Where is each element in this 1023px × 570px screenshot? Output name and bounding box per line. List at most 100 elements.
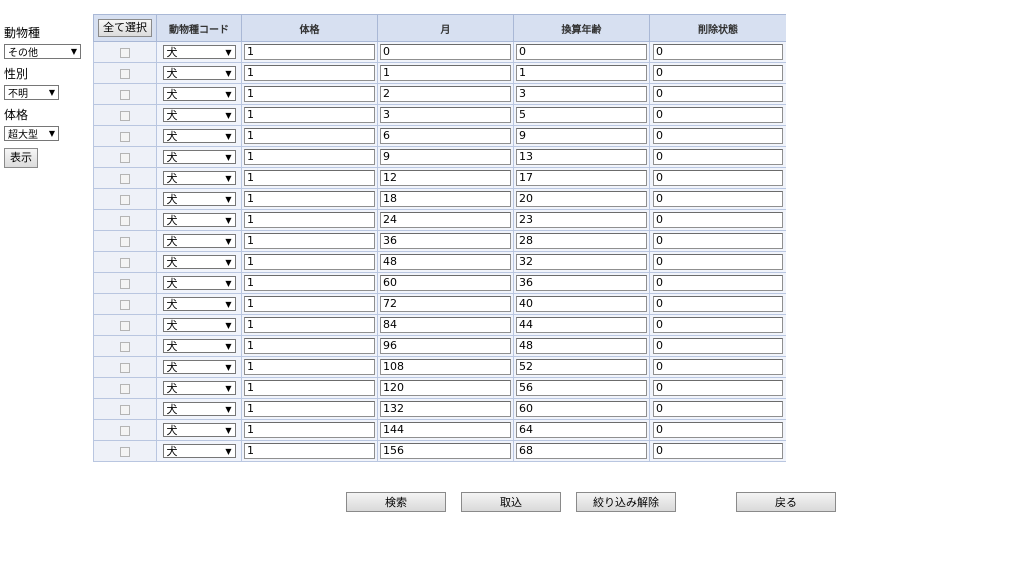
body-size-input[interactable]: 1	[244, 170, 375, 186]
delete-status-input[interactable]: 0	[653, 107, 783, 123]
converted-age-input[interactable]: 9	[516, 128, 647, 144]
delete-status-input[interactable]: 0	[653, 338, 783, 354]
delete-status-input[interactable]: 0	[653, 191, 783, 207]
row-checkbox[interactable]	[120, 362, 130, 373]
month-input[interactable]: 156	[380, 443, 511, 459]
month-input[interactable]: 48	[380, 254, 511, 270]
sex-select[interactable]: 不明 ▼	[4, 85, 59, 100]
body-size-input[interactable]: 1	[244, 44, 375, 60]
body-size-input[interactable]: 1	[244, 296, 375, 312]
month-input[interactable]: 3	[380, 107, 511, 123]
row-checkbox[interactable]	[120, 110, 130, 121]
converted-age-input[interactable]: 32	[516, 254, 647, 270]
month-input[interactable]: 108	[380, 359, 511, 375]
animal-code-select[interactable]: 犬 ▼	[162, 402, 236, 416]
month-input[interactable]: 6	[380, 128, 511, 144]
converted-age-input[interactable]: 1	[516, 65, 647, 81]
animal-code-select[interactable]: 犬 ▼	[162, 213, 236, 227]
animal-code-select[interactable]: 犬 ▼	[162, 171, 236, 185]
delete-status-input[interactable]: 0	[653, 401, 783, 417]
converted-age-input[interactable]: 40	[516, 296, 647, 312]
converted-age-input[interactable]: 3	[516, 86, 647, 102]
month-input[interactable]: 36	[380, 233, 511, 249]
delete-status-input[interactable]: 0	[653, 86, 783, 102]
body-size-input[interactable]: 1	[244, 275, 375, 291]
row-checkbox[interactable]	[120, 89, 130, 100]
converted-age-input[interactable]: 20	[516, 191, 647, 207]
month-input[interactable]: 24	[380, 212, 511, 228]
delete-status-input[interactable]: 0	[653, 359, 783, 375]
animal-code-select[interactable]: 犬 ▼	[162, 276, 236, 290]
delete-status-input[interactable]: 0	[653, 149, 783, 165]
animal-code-select[interactable]: 犬 ▼	[162, 192, 236, 206]
animal-code-select[interactable]: 犬 ▼	[162, 297, 236, 311]
animal-code-select[interactable]: 犬 ▼	[162, 381, 236, 395]
body-size-input[interactable]: 1	[244, 380, 375, 396]
row-checkbox[interactable]	[120, 425, 130, 436]
month-input[interactable]: 144	[380, 422, 511, 438]
body-size-input[interactable]: 1	[244, 149, 375, 165]
row-checkbox[interactable]	[120, 47, 130, 58]
select-all-button[interactable]: 全て選択	[98, 19, 152, 37]
delete-status-input[interactable]: 0	[653, 443, 783, 459]
month-input[interactable]: 84	[380, 317, 511, 333]
delete-status-input[interactable]: 0	[653, 233, 783, 249]
converted-age-input[interactable]: 60	[516, 401, 647, 417]
animal-code-select[interactable]: 犬 ▼	[162, 339, 236, 353]
converted-age-input[interactable]: 52	[516, 359, 647, 375]
back-button[interactable]: 戻る	[736, 492, 836, 512]
month-input[interactable]: 0	[380, 44, 511, 60]
converted-age-input[interactable]: 0	[516, 44, 647, 60]
import-button[interactable]: 取込	[461, 492, 561, 512]
row-checkbox[interactable]	[120, 173, 130, 184]
body-size-input[interactable]: 1	[244, 86, 375, 102]
animal-code-select[interactable]: 犬 ▼	[162, 66, 236, 80]
body-size-input[interactable]: 1	[244, 317, 375, 333]
animal-code-select[interactable]: 犬 ▼	[162, 45, 236, 59]
month-input[interactable]: 2	[380, 86, 511, 102]
delete-status-input[interactable]: 0	[653, 212, 783, 228]
delete-status-input[interactable]: 0	[653, 317, 783, 333]
converted-age-input[interactable]: 17	[516, 170, 647, 186]
animal-code-select[interactable]: 犬 ▼	[162, 87, 236, 101]
body-size-input[interactable]: 1	[244, 65, 375, 81]
month-input[interactable]: 12	[380, 170, 511, 186]
body-size-input[interactable]: 1	[244, 191, 375, 207]
animal-code-select[interactable]: 犬 ▼	[162, 234, 236, 248]
row-checkbox[interactable]	[120, 320, 130, 331]
converted-age-input[interactable]: 13	[516, 149, 647, 165]
month-input[interactable]: 132	[380, 401, 511, 417]
animal-code-select[interactable]: 犬 ▼	[162, 318, 236, 332]
delete-status-input[interactable]: 0	[653, 128, 783, 144]
month-input[interactable]: 18	[380, 191, 511, 207]
row-checkbox[interactable]	[120, 215, 130, 226]
search-button[interactable]: 検索	[346, 492, 446, 512]
converted-age-input[interactable]: 68	[516, 443, 647, 459]
converted-age-input[interactable]: 28	[516, 233, 647, 249]
delete-status-input[interactable]: 0	[653, 296, 783, 312]
animal-code-select[interactable]: 犬 ▼	[162, 360, 236, 374]
converted-age-input[interactable]: 48	[516, 338, 647, 354]
row-checkbox[interactable]	[120, 383, 130, 394]
animal-code-select[interactable]: 犬 ▼	[162, 423, 236, 437]
delete-status-input[interactable]: 0	[653, 170, 783, 186]
animal-type-select[interactable]: その他 ▼	[4, 44, 81, 59]
row-checkbox[interactable]	[120, 236, 130, 247]
body-size-input[interactable]: 1	[244, 233, 375, 249]
body-size-select[interactable]: 超大型 ▼	[4, 126, 59, 141]
delete-status-input[interactable]: 0	[653, 65, 783, 81]
clear-filter-button[interactable]: 絞り込み解除	[576, 492, 676, 512]
body-size-input[interactable]: 1	[244, 107, 375, 123]
month-input[interactable]: 72	[380, 296, 511, 312]
row-checkbox[interactable]	[120, 299, 130, 310]
row-checkbox[interactable]	[120, 278, 130, 289]
row-checkbox[interactable]	[120, 257, 130, 268]
show-button[interactable]: 表示	[4, 148, 38, 168]
animal-code-select[interactable]: 犬 ▼	[162, 129, 236, 143]
delete-status-input[interactable]: 0	[653, 44, 783, 60]
body-size-input[interactable]: 1	[244, 338, 375, 354]
animal-code-select[interactable]: 犬 ▼	[162, 255, 236, 269]
grid-container[interactable]: 全て選択 動物種コード 体格 月 換算年齢 削除状態 犬 ▼ 1 0 0 0 犬 ▼ 1 1 1 0 犬…	[93, 14, 786, 482]
month-input[interactable]: 60	[380, 275, 511, 291]
animal-code-select[interactable]: 犬 ▼	[162, 108, 236, 122]
